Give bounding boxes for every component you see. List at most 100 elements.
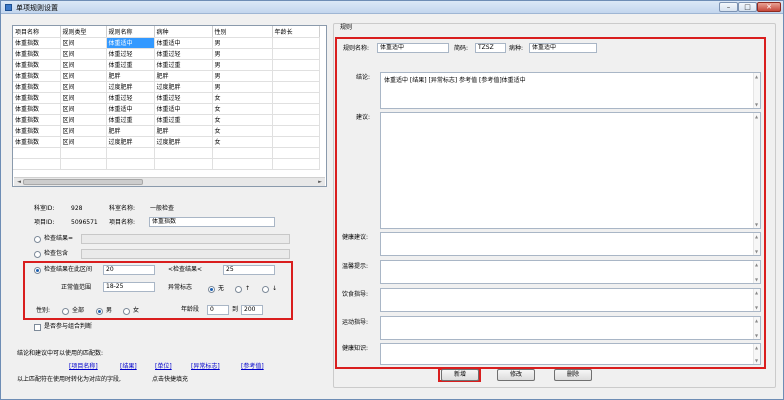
- table-cell[interactable]: 体重过轻: [154, 92, 213, 104]
- normal-range-field[interactable]: 18-25: [103, 282, 155, 292]
- exercise-guide-scrollbar[interactable]: [753, 317, 760, 339]
- table-row[interactable]: 体重指数 区间 体重过重 体重过重男: [13, 59, 320, 71]
- add-button[interactable]: 新增: [441, 369, 479, 381]
- table-row[interactable]: 体重指数 区间 过度肥胖 过度肥胖男: [13, 81, 320, 93]
- link-item-name[interactable]: [项目名称]: [69, 363, 98, 371]
- rules-grid[interactable]: 项目名称 规则类型 规则名称 病种 性别 年龄长 体重指数 区间 体重适中 体重适中男体重指数 区间…: [12, 25, 327, 187]
- table-cell[interactable]: [106, 147, 155, 159]
- column-header[interactable]: 病种: [154, 26, 213, 38]
- table-cell[interactable]: 区间: [60, 125, 107, 137]
- table-row[interactable]: 体重指数 区间 过度肥胖 过度肥胖女: [13, 136, 320, 148]
- table-cell[interactable]: [272, 158, 320, 170]
- table-cell[interactable]: [272, 136, 320, 148]
- health-knowledge-textarea[interactable]: [380, 343, 761, 365]
- combo-judge-checkbox[interactable]: [34, 324, 41, 331]
- table-cell[interactable]: 体重指数: [13, 114, 61, 126]
- table-cell[interactable]: 肥胖: [106, 70, 155, 82]
- radio-abnormal-up[interactable]: [235, 286, 242, 293]
- table-cell[interactable]: 区间: [60, 81, 107, 93]
- table-cell[interactable]: 区间: [60, 70, 107, 82]
- table-cell[interactable]: 体重过轻: [106, 48, 155, 60]
- table-cell[interactable]: 区间: [60, 92, 107, 104]
- conclusion-textarea[interactable]: 体重适中 [结果] [异常标志] 参考值 [参考值]体重适中: [380, 72, 761, 109]
- range-low-field[interactable]: 20: [103, 265, 155, 275]
- table-cell[interactable]: [272, 70, 320, 82]
- table-cell[interactable]: 男: [212, 37, 273, 49]
- table-cell[interactable]: 区间: [60, 37, 107, 49]
- table-cell[interactable]: 女: [212, 114, 273, 126]
- table-cell[interactable]: 体重过重: [154, 114, 213, 126]
- check-result-equals-field[interactable]: [81, 234, 290, 244]
- table-cell[interactable]: 男: [212, 81, 273, 93]
- table-cell[interactable]: 体重指数: [13, 70, 61, 82]
- table-cell[interactable]: 体重指数: [13, 81, 61, 93]
- table-row[interactable]: [13, 147, 320, 159]
- column-header[interactable]: 规则类型: [60, 26, 107, 38]
- table-cell[interactable]: 过度肥胖: [106, 136, 155, 148]
- table-row[interactable]: 体重指数 区间 肥胖 肥胖女: [13, 125, 320, 137]
- table-row[interactable]: 体重指数 区间 体重过轻 体重过轻女: [13, 92, 320, 104]
- delete-button[interactable]: 删除: [554, 369, 592, 381]
- health-knowledge-scrollbar[interactable]: [753, 344, 760, 364]
- table-cell[interactable]: [106, 158, 155, 170]
- range-high-field[interactable]: 25: [223, 265, 275, 275]
- table-cell[interactable]: 体重适中: [154, 103, 213, 115]
- table-cell[interactable]: 女: [212, 125, 273, 137]
- health-advice-textarea[interactable]: [380, 232, 761, 256]
- table-cell[interactable]: 男: [212, 48, 273, 60]
- table-cell[interactable]: 体重过重: [154, 59, 213, 71]
- link-abnormal-flag[interactable]: [异常标志]: [191, 363, 220, 371]
- table-cell[interactable]: [272, 103, 320, 115]
- radio-gender-male[interactable]: [96, 308, 103, 315]
- table-cell[interactable]: [13, 147, 61, 159]
- table-cell[interactable]: 男: [212, 70, 273, 82]
- table-cell[interactable]: 区间: [60, 136, 107, 148]
- table-cell[interactable]: 区间: [60, 114, 107, 126]
- table-cell[interactable]: 区间: [60, 48, 107, 60]
- column-header[interactable]: 规则名称: [106, 26, 155, 38]
- column-header[interactable]: 性别: [212, 26, 273, 38]
- table-cell[interactable]: 肥胖: [106, 125, 155, 137]
- table-cell[interactable]: 女: [212, 92, 273, 104]
- table-cell[interactable]: 男: [212, 59, 273, 71]
- table-row[interactable]: 体重指数 区间 体重过轻 体重过轻男: [13, 48, 320, 60]
- table-cell[interactable]: 体重指数: [13, 136, 61, 148]
- diet-guide-scrollbar[interactable]: [753, 289, 760, 311]
- disease-field[interactable]: 体重适中: [529, 43, 597, 53]
- table-cell[interactable]: 过度肥胖: [106, 81, 155, 93]
- table-row[interactable]: 体重指数 区间 体重过重 体重过重女: [13, 114, 320, 126]
- table-cell[interactable]: [60, 147, 107, 159]
- table-cell[interactable]: 过度肥胖: [154, 81, 213, 93]
- item-name-field[interactable]: 体重指数: [149, 217, 275, 227]
- table-row[interactable]: [13, 158, 320, 170]
- table-cell[interactable]: [272, 147, 320, 159]
- table-cell[interactable]: [212, 147, 273, 159]
- check-contains-field[interactable]: [81, 249, 290, 259]
- radio-check-contains[interactable]: [34, 251, 41, 258]
- table-cell[interactable]: [272, 92, 320, 104]
- advice-textarea[interactable]: [380, 112, 761, 229]
- radio-gender-all[interactable]: [62, 308, 69, 315]
- table-cell[interactable]: 女: [212, 136, 273, 148]
- age-to-field[interactable]: 200: [241, 305, 263, 315]
- table-cell[interactable]: [272, 37, 320, 49]
- table-cell[interactable]: 区间: [60, 59, 107, 71]
- radio-check-result-equals[interactable]: [34, 236, 41, 243]
- table-cell[interactable]: [60, 158, 107, 170]
- minimize-button[interactable]: –: [719, 2, 738, 12]
- abbr-field[interactable]: TZSZ: [475, 43, 506, 53]
- link-unit[interactable]: [单位]: [155, 363, 172, 371]
- maximize-button[interactable]: □: [738, 2, 757, 12]
- table-cell[interactable]: 体重适中: [106, 37, 155, 49]
- link-reference-value[interactable]: [参考值]: [241, 363, 264, 371]
- table-cell[interactable]: 体重适中: [106, 103, 155, 115]
- table-cell[interactable]: [272, 81, 320, 93]
- table-cell[interactable]: 体重指数: [13, 125, 61, 137]
- table-cell[interactable]: 肥胖: [154, 125, 213, 137]
- column-header[interactable]: 年龄长: [272, 26, 320, 38]
- table-cell[interactable]: [154, 158, 213, 170]
- table-cell[interactable]: 体重指数: [13, 59, 61, 71]
- table-cell[interactable]: [13, 158, 61, 170]
- table-cell[interactable]: 女: [212, 103, 273, 115]
- table-row[interactable]: 体重指数 区间 肥胖 肥胖男: [13, 70, 320, 82]
